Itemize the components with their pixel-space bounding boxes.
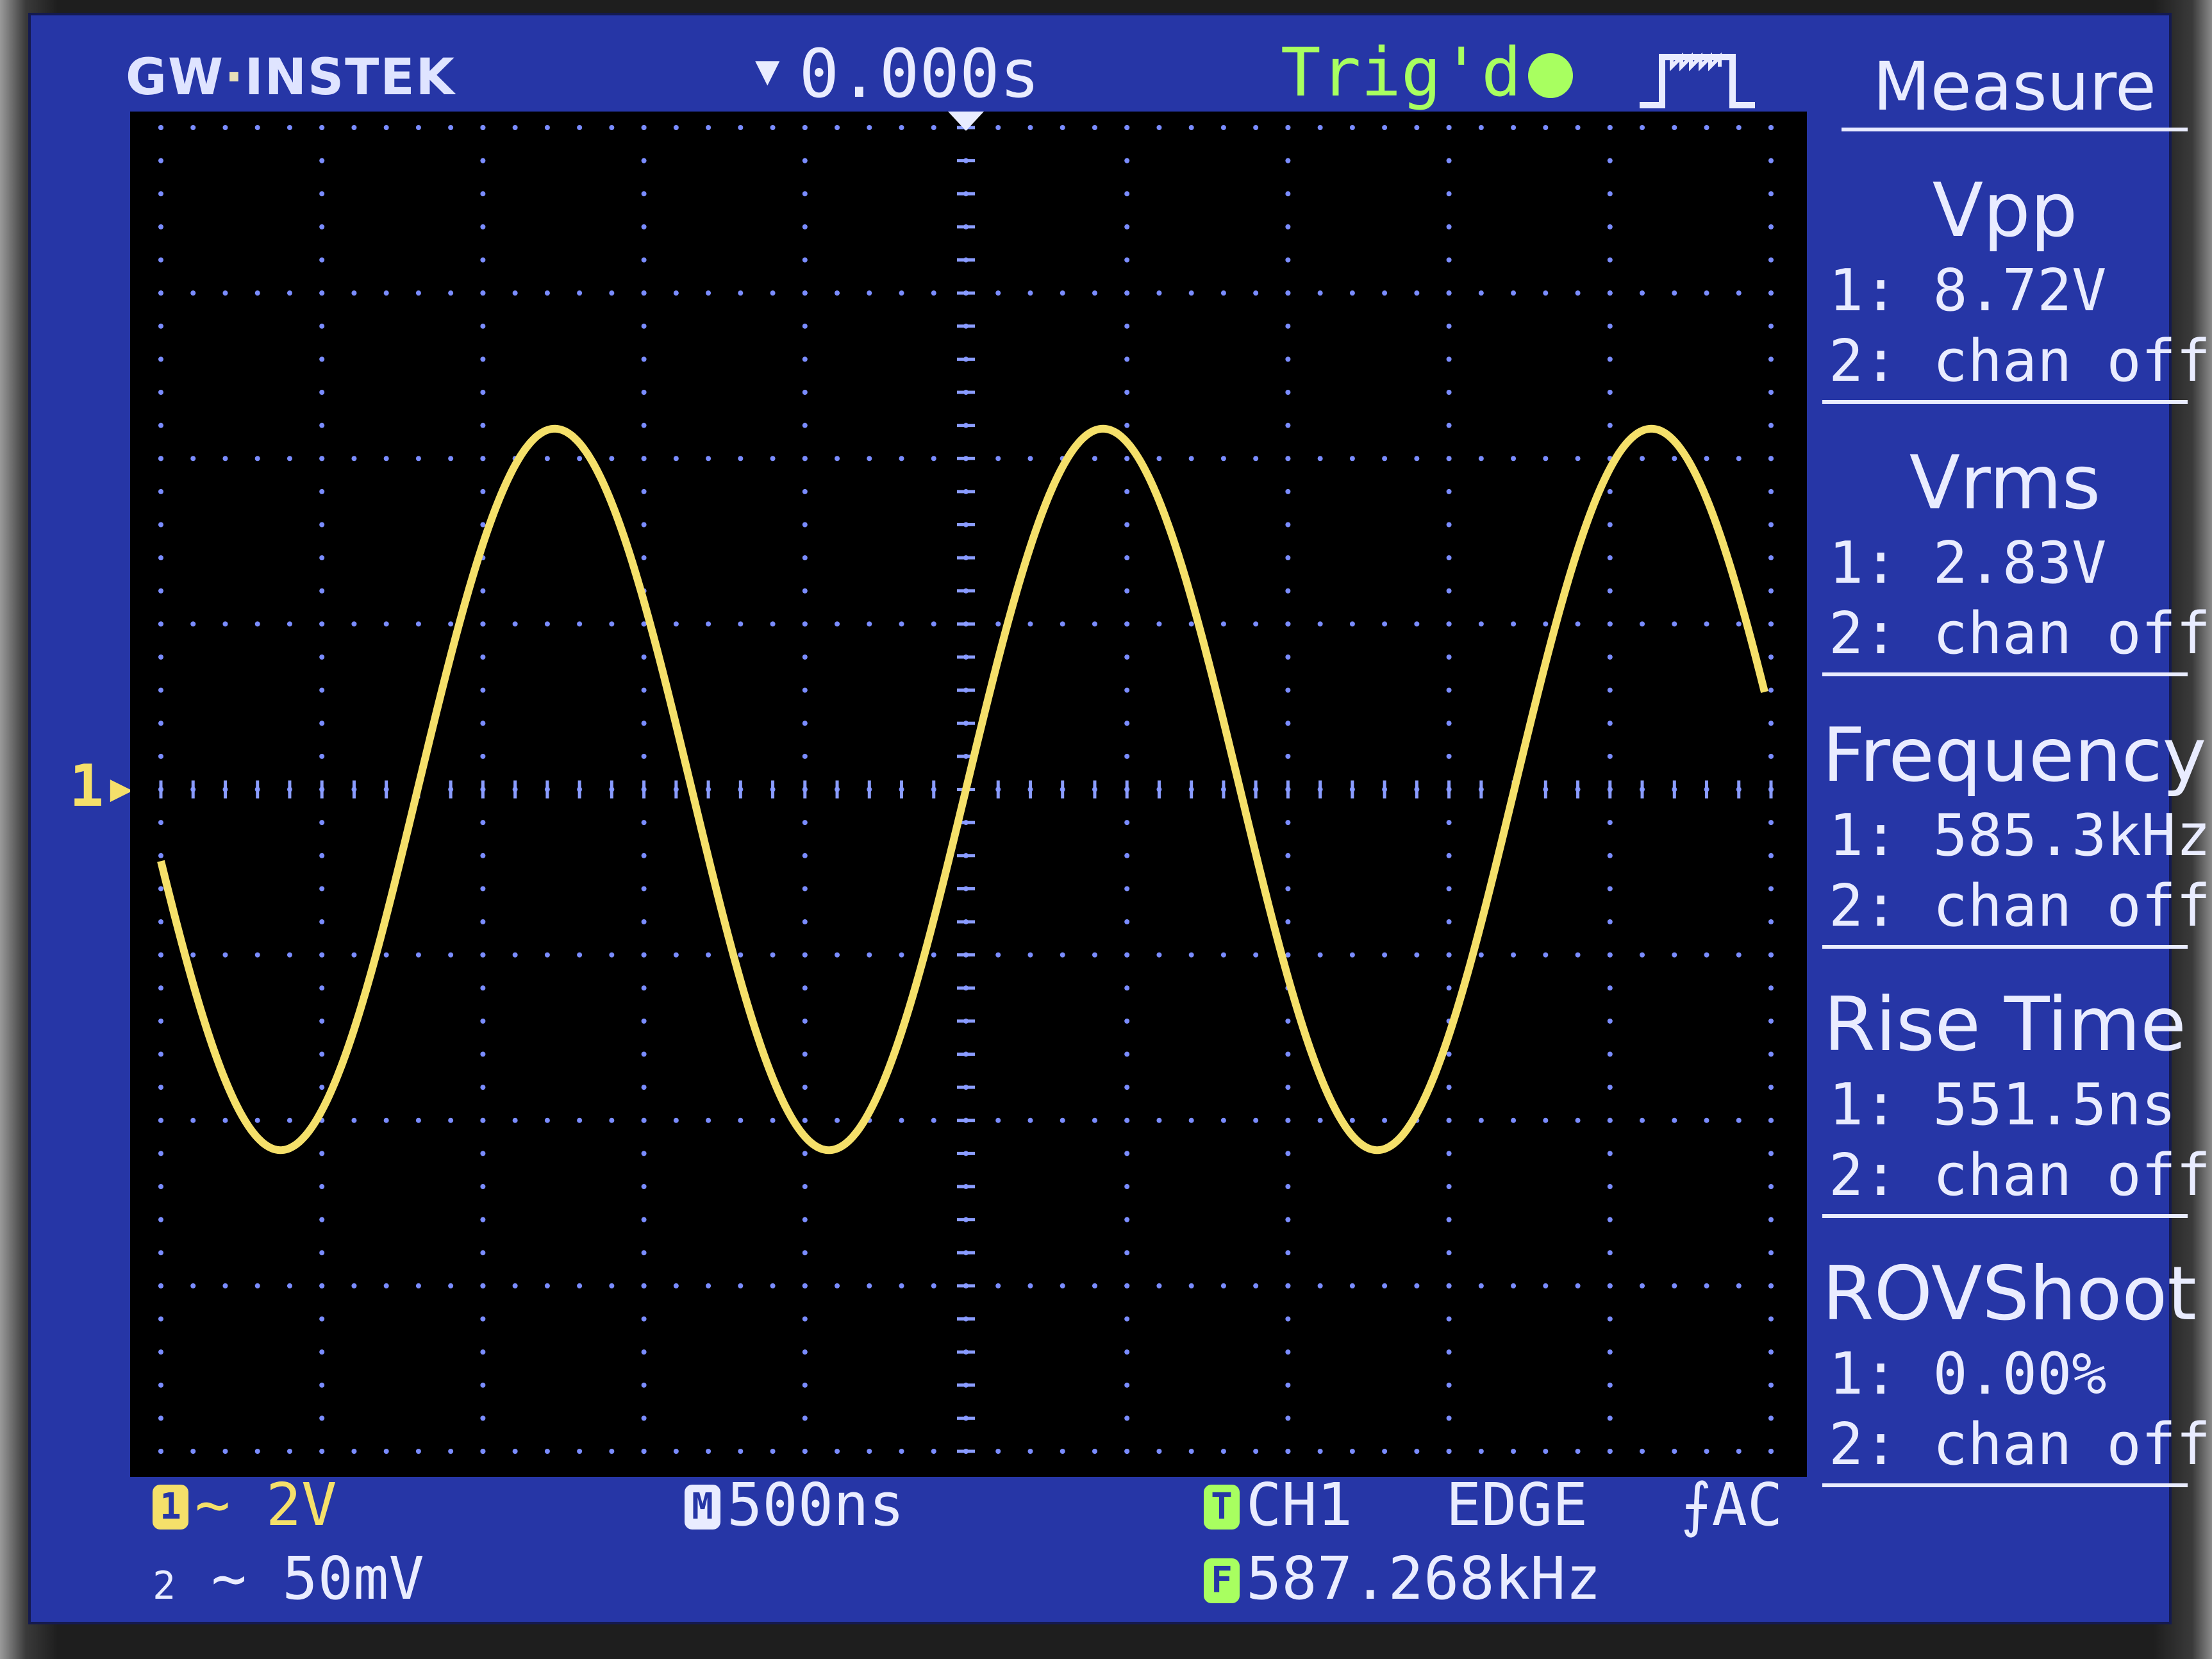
trigger-position-marker — [948, 112, 984, 131]
measurement-ch1-value: 1: 8.72V — [1829, 257, 2107, 324]
measurement-name: Frequency — [1822, 712, 2207, 799]
measurement-ch1-value: 1: 585.3kHz — [1829, 802, 2211, 869]
measurement-slot-2[interactable]: Vrms 1: 2.83V 2: chan off — [1822, 416, 2211, 676]
waveform-display — [130, 112, 1807, 1477]
frequency-counter: F 587.268kHz — [1204, 1544, 1601, 1613]
counter-badge: F — [1204, 1558, 1240, 1603]
channel2-badge: 2 — [153, 1563, 176, 1608]
trigger-position-icon: ▼ — [755, 47, 780, 94]
measurement-ch2-value: 2: chan off — [1829, 600, 2211, 667]
bottom-status-bar: 1 ∼ 2V 2 ∼ 50mV M 500ns T CH1 EDGE ⨍AC F 587… — [31, 1471, 1954, 1624]
trigger-indicator-icon — [1527, 53, 1573, 98]
measurement-slot-5[interactable]: ROVShoot 1: 0.00% 2: chan off — [1822, 1227, 2211, 1487]
trigger-source: CH1 — [1246, 1471, 1353, 1539]
measurement-slot-1[interactable]: Vpp 1: 8.72V 2: chan off — [1822, 144, 2211, 404]
channel2-status[interactable]: 2 ∼ 50mV — [153, 1544, 424, 1613]
counter-frequency: 587.268kHz — [1246, 1544, 1601, 1613]
trigger-slope-icon: ⨍ — [1681, 1471, 1712, 1539]
oscilloscope-screen: GW·INSTEK ▼ 0.000s Trig'd 1▸ Measure Vpp 1… — [28, 13, 2211, 1624]
measurement-name: Vrms — [1909, 440, 2101, 526]
measurement-ch2-value: 2: chan off — [1829, 872, 2211, 940]
horizontal-position-readout: ▼ 0.000s — [755, 35, 1040, 113]
measure-menu-title: Measure — [1842, 47, 2188, 131]
trigger-status: Trig'd — [1281, 33, 1573, 112]
graticule-and-trace — [157, 112, 1774, 1454]
channel1-ground-marker[interactable]: 1▸ — [69, 753, 138, 820]
measurement-slot-4[interactable]: Rise Time 1: 551.5ns 2: chan off — [1822, 958, 2211, 1218]
timebase-scale: 500ns — [727, 1471, 904, 1539]
timebase-badge: M — [685, 1485, 720, 1530]
acquisition-mode-icon — [1640, 52, 1755, 108]
timebase-position-value: 0.000s — [799, 35, 1040, 113]
trigger-type: EDGE — [1445, 1471, 1588, 1539]
brand-instek: INSTEK — [244, 49, 456, 106]
channel1-scale: 2V — [265, 1471, 337, 1539]
measurement-name: Rise Time — [1824, 981, 2186, 1068]
measurement-slot-3[interactable]: Frequency 1: 585.3kHz 2: chan off — [1822, 688, 2211, 949]
measurement-ch2-value: 2: chan off — [1829, 1411, 2211, 1478]
trigger-badge: T — [1204, 1485, 1240, 1530]
timebase-status[interactable]: M 500ns — [685, 1471, 904, 1539]
measurement-name: ROVShoot — [1822, 1251, 2197, 1337]
brand-gw: GW — [126, 49, 225, 106]
channel2-coupling-icon: ∼ — [211, 1544, 247, 1613]
measurement-ch2-value: 2: chan off — [1829, 1142, 2211, 1209]
measure-menu-panel: Measure Vpp 1: 8.72V 2: chan off Vrms 1: 2.8… — [1809, 47, 2211, 1487]
measurement-name: Vpp — [1932, 167, 2078, 254]
channel1-badge: 1 — [153, 1485, 188, 1530]
channel2-scale: 50mV — [282, 1544, 424, 1613]
channel1-coupling-icon: ∼ — [195, 1471, 231, 1539]
measurement-ch1-value: 1: 0.00% — [1829, 1340, 2107, 1408]
channel1-waveform-trace — [157, 424, 1768, 1155]
channel1-status[interactable]: 1 ∼ 2V — [153, 1471, 337, 1539]
trigger-settings[interactable]: T CH1 EDGE ⨍AC — [1204, 1471, 1783, 1539]
measurement-ch2-value: 2: chan off — [1829, 328, 2211, 395]
trigger-status-text: Trig'd — [1281, 33, 1522, 112]
brand-logo: GW·INSTEK — [126, 49, 456, 106]
trigger-coupling: AC — [1711, 1471, 1783, 1539]
measurement-ch1-value: 1: 551.5ns — [1829, 1071, 2176, 1138]
measurement-ch1-value: 1: 2.83V — [1829, 529, 2107, 597]
